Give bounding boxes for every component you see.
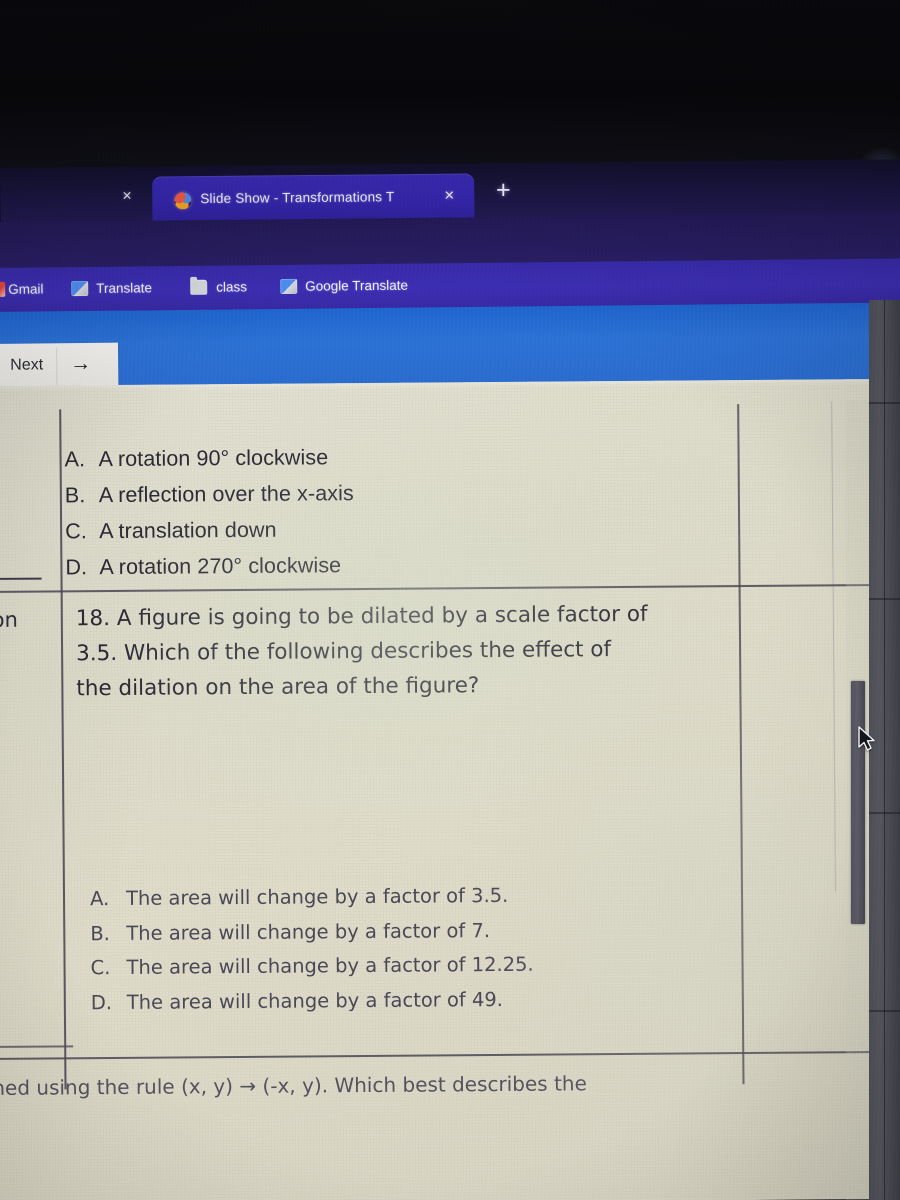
table-horizontal-rule-mid xyxy=(0,584,878,593)
table-rule-stub-bottom xyxy=(0,1045,74,1048)
table-vertical-rule-faint xyxy=(831,401,836,892)
screen-photo: × Slide Show - Transformations T × + Gma… xyxy=(0,0,900,1200)
option-letter: C. xyxy=(90,956,111,980)
gutter-divider xyxy=(884,300,885,1200)
option-row: C. The area will change by a factor of 12… xyxy=(90,948,533,986)
option-row: D. The area will change by a factor of 49… xyxy=(91,982,534,1020)
option-row: A. The area will change by a factor of 3.… xyxy=(90,879,533,917)
question-18-line: 18. A figure is going to be dilated by a… xyxy=(75,601,648,632)
option-text: A reflection over the x-axis xyxy=(98,481,354,508)
gutter-segment xyxy=(869,1010,900,1012)
option-letter: D. xyxy=(65,555,88,580)
table-horizontal-rule-bottom xyxy=(0,1050,882,1060)
table-vertical-rule-right xyxy=(737,404,745,1085)
option-text: The area will change by a factor of 12.2… xyxy=(126,952,534,979)
new-tab-button[interactable]: + xyxy=(496,178,511,203)
next-question-partial-text: med using the rule (x, y) → (-x, y). Whi… xyxy=(0,1071,587,1101)
option-text: A rotation 90° clockwise xyxy=(98,445,329,472)
arrow-right-icon: → xyxy=(70,351,92,376)
bookmark-gmail[interactable]: Gmail xyxy=(8,281,43,296)
option-letter: B. xyxy=(64,483,86,508)
question-18-options: A. The area will change by a factor of 3.… xyxy=(90,879,534,1020)
translate-icon xyxy=(71,280,89,297)
mouse-cursor-arrow-icon xyxy=(858,726,875,751)
close-icon[interactable]: × xyxy=(444,186,454,205)
question-18-text: 18. A figure is going to be dilated by a… xyxy=(76,596,727,706)
option-letter: C. xyxy=(65,519,87,544)
left-column-fragment: ion xyxy=(0,607,18,633)
tab-title: Slide Show - Transformations T xyxy=(200,189,395,207)
folder-icon xyxy=(190,279,208,295)
option-text: The area will change by a factor of 49. xyxy=(126,987,504,1014)
option-text: The area will change by a factor of 3.5. xyxy=(125,883,509,910)
gutter-segment xyxy=(869,402,900,404)
option-letter: A. xyxy=(89,887,110,911)
monitor-bezel-top xyxy=(0,0,900,176)
next-button-divider xyxy=(56,347,58,386)
bookmark-google-translate[interactable]: Google Translate xyxy=(305,278,408,294)
gutter-segment xyxy=(869,598,900,600)
previous-question-options: A. A rotation 90° clockwise B. A reflectio… xyxy=(64,439,354,585)
scrollbar-thumb[interactable] xyxy=(851,681,865,924)
translate-icon xyxy=(280,278,298,294)
option-row: B. A reflection over the x-axis xyxy=(65,475,354,513)
option-row: A. A rotation 90° clockwise xyxy=(64,439,353,477)
option-row: C. A translation down xyxy=(65,511,354,549)
option-text: The area will change by a factor of 7. xyxy=(126,918,491,945)
adjacent-tab-close-icon[interactable]: × xyxy=(122,188,132,205)
option-letter: A. xyxy=(64,447,86,472)
table-rule-stub-top xyxy=(0,577,42,580)
option-row: B. The area will change by a factor of 7. xyxy=(90,913,533,951)
next-button[interactable]: Next → xyxy=(0,342,119,390)
question-18-line: 3.5. Which of the following describes th… xyxy=(76,637,612,667)
slides-favicon xyxy=(174,192,192,210)
next-button-label: Next xyxy=(10,356,44,374)
option-letter: B. xyxy=(90,921,110,945)
bookmark-translate[interactable]: Translate xyxy=(96,280,152,296)
gutter-segment xyxy=(869,812,900,814)
gmail-icon xyxy=(0,281,6,298)
question-18-line: the dilation on the area of the figure? xyxy=(76,673,480,702)
bookmark-folder-class[interactable]: class xyxy=(216,279,247,294)
option-text: A rotation 270° clockwise xyxy=(99,553,342,580)
worksheet-page: A. A rotation 90° clockwise B. A reflectio… xyxy=(0,379,883,1200)
option-row: D. A rotation 270° clockwise xyxy=(65,547,354,585)
option-letter: D. xyxy=(90,990,113,1014)
option-text: A translation down xyxy=(99,517,277,544)
